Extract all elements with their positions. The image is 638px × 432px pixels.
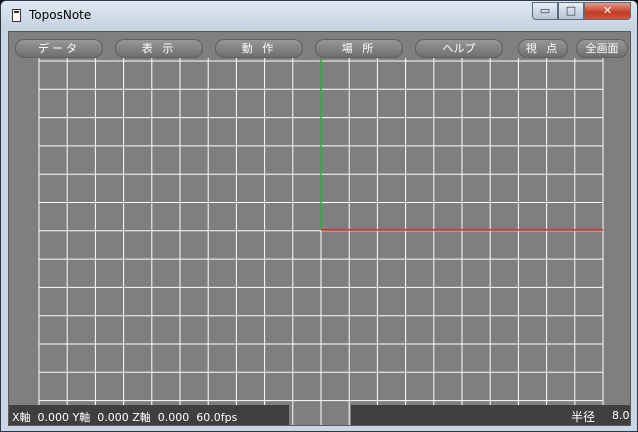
app-icon	[12, 9, 21, 22]
radius-label: 半径	[571, 410, 596, 424]
menu-data-button[interactable]: データ	[15, 39, 103, 58]
menu-help-button[interactable]: ヘルプ	[415, 39, 503, 58]
close-button[interactable]: ✕	[584, 2, 631, 20]
minimize-button[interactable]: ▭	[532, 2, 558, 20]
radius-value: 8.0	[612, 409, 630, 422]
grid-canvas[interactable]	[9, 32, 631, 426]
menu-action-button[interactable]: 動 作	[215, 39, 303, 58]
coordinates-readout: X軸 0.000 Y軸 0.000 Z軸 0.000 60.0fps	[12, 411, 238, 424]
window-title: ToposNote	[29, 8, 92, 22]
app-window: ToposNote ▭ □ ✕ データ 表 示 動 作 場 所 ヘルプ 視 点 …	[0, 0, 638, 432]
menu-bar: データ 表 示 動 作 場 所 ヘルプ 視 点 全画面	[9, 32, 630, 64]
menu-viewpoint-button[interactable]: 視 点	[518, 39, 568, 58]
title-bar[interactable]: ToposNote ▭ □ ✕	[1, 1, 637, 31]
status-bar-coordinates: X軸 0.000 Y軸 0.000 Z軸 0.000 60.0fps	[9, 405, 289, 425]
maximize-button[interactable]: □	[558, 2, 584, 20]
viewport[interactable]: データ 表 示 動 作 場 所 ヘルプ 視 点 全画面 X軸 0.000 Y軸 …	[8, 31, 631, 426]
menu-fullscreen-button[interactable]: 全画面	[576, 39, 628, 58]
menu-place-button[interactable]: 場 所	[315, 39, 403, 58]
status-bar-radius: 半径 8.0	[351, 405, 630, 425]
menu-view-button[interactable]: 表 示	[115, 39, 203, 58]
